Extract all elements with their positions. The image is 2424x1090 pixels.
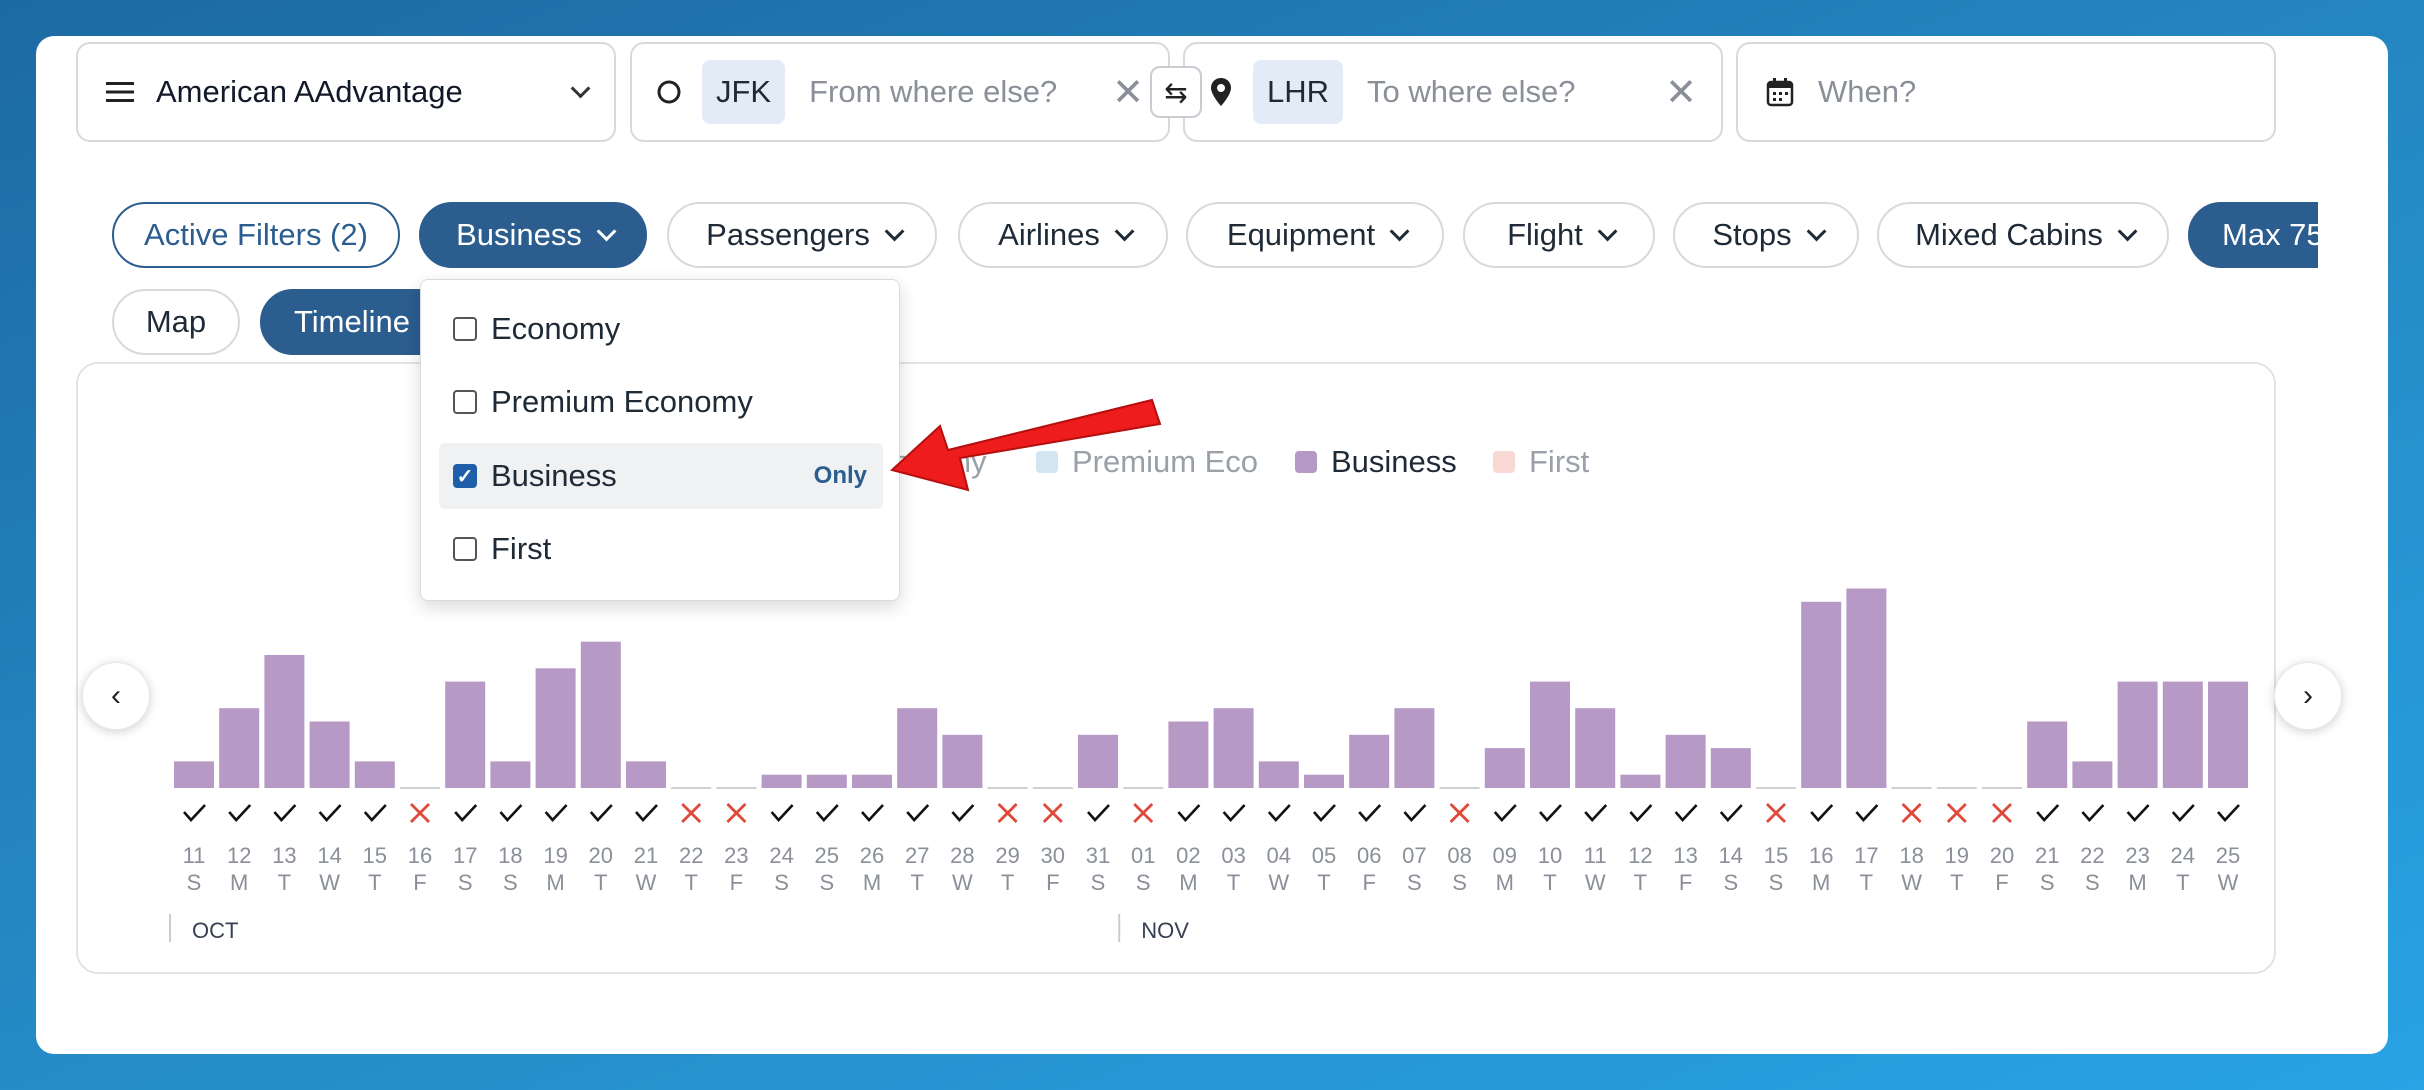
cabin-dropdown-menu: Economy Premium Economy ✓ Business Only …	[420, 279, 900, 601]
chevron-down-icon	[1114, 221, 1135, 242]
legend-business-label: Business	[1331, 444, 1457, 479]
flight-label: Flight	[1507, 217, 1583, 252]
destination-chip[interactable]: LHR	[1253, 60, 1344, 124]
flight-filter-button[interactable]: Flight	[1463, 202, 1655, 268]
legend-premium-economy[interactable]: Premium Eco	[1036, 440, 1258, 484]
chevron-right-icon: ›	[2303, 679, 2313, 712]
legend-first[interactable]: First	[1493, 440, 1589, 484]
mixed-cabins-filter-button[interactable]: Mixed Cabins	[1877, 202, 2169, 268]
origin-circle-icon	[657, 80, 681, 104]
date-placeholder[interactable]: When?	[1818, 74, 2246, 110]
chevron-down-icon	[2117, 221, 2138, 242]
legend-premium-swatch	[1036, 451, 1058, 473]
first-checkbox[interactable]	[453, 537, 477, 561]
premium-economy-checkbox[interactable]	[453, 390, 477, 414]
chevron-left-icon: ‹	[111, 679, 121, 712]
chevron-down-icon	[596, 221, 617, 242]
clear-destination-icon[interactable]: ✕	[1665, 70, 1697, 115]
cabin-filter-label: Business	[456, 217, 582, 252]
cabin-option-label: Premium Economy	[491, 384, 753, 419]
cabin-option-premium-economy[interactable]: Premium Economy	[439, 369, 883, 435]
cabin-option-label: First	[491, 531, 552, 566]
passengers-filter-button[interactable]: Passengers	[667, 202, 937, 268]
chevron-down-icon	[1597, 221, 1618, 242]
program-name: American AAdvantage	[156, 74, 463, 109]
equipment-label: Equipment	[1226, 217, 1376, 252]
only-button[interactable]: Only	[814, 462, 867, 490]
economy-checkbox[interactable]	[453, 317, 477, 341]
cabin-option-first[interactable]: First	[439, 516, 883, 582]
legend-business-swatch	[1295, 451, 1317, 473]
chevron-down-icon	[1389, 221, 1410, 242]
airlines-filter-button[interactable]: Airlines	[958, 202, 1168, 268]
cabin-option-business[interactable]: ✓ Business Only	[439, 443, 883, 509]
map-view-button[interactable]: Map	[112, 289, 240, 355]
swap-icon: ⇆	[1164, 76, 1188, 108]
active-filters-label: Active Filters (2)	[144, 217, 368, 252]
cabin-filter-button[interactable]: Business	[419, 202, 647, 268]
chevron-down-icon	[884, 221, 905, 242]
active-filters-button[interactable]: Active Filters (2)	[112, 202, 400, 268]
date-field[interactable]: When?	[1736, 42, 2276, 142]
location-pin-icon	[1211, 78, 1231, 106]
airlines-label: Airlines	[998, 217, 1100, 252]
cabin-option-economy[interactable]: Economy	[439, 296, 883, 362]
calendar-icon	[1766, 78, 1794, 107]
cabin-option-label: Business	[491, 458, 617, 493]
timeline-view-label: Timeline	[294, 304, 410, 339]
origin-placeholder[interactable]: From where else?	[809, 74, 1112, 110]
chevron-down-icon	[570, 78, 591, 99]
destination-field[interactable]: LHR To where else? ✕	[1183, 42, 1723, 142]
equipment-filter-button[interactable]: Equipment	[1186, 202, 1444, 268]
origin-field[interactable]: JFK From where else? ✕	[630, 42, 1170, 142]
mixed-cabins-label: Mixed Cabins	[1915, 217, 2103, 252]
destination-placeholder[interactable]: To where else?	[1367, 74, 1665, 110]
stops-label: Stops	[1712, 217, 1792, 252]
stops-filter-button[interactable]: Stops	[1673, 202, 1859, 268]
program-select[interactable]: American AAdvantage	[76, 42, 616, 142]
business-checkbox[interactable]: ✓	[453, 464, 477, 488]
map-view-label: Map	[145, 304, 207, 339]
prev-dates-button[interactable]: ‹	[82, 662, 150, 730]
swap-button[interactable]: ⇆	[1150, 66, 1202, 118]
max-points-label: Max 75	[2222, 217, 2324, 252]
legend-first-swatch	[1493, 451, 1515, 473]
passengers-label: Passengers	[706, 217, 870, 252]
cabin-option-label: Economy	[491, 311, 621, 346]
clear-origin-icon[interactable]: ✕	[1112, 70, 1144, 115]
legend-business[interactable]: Business	[1295, 440, 1457, 484]
menu-icon	[106, 82, 134, 102]
chevron-down-icon	[1806, 221, 1827, 242]
legend-first-label: First	[1529, 444, 1590, 479]
max-points-filter-button[interactable]: Max 75	[2188, 202, 2324, 268]
legend-premium-label: Premium Eco	[1072, 444, 1259, 479]
origin-chip[interactable]: JFK	[702, 60, 786, 124]
next-dates-button[interactable]: ›	[2274, 662, 2342, 730]
